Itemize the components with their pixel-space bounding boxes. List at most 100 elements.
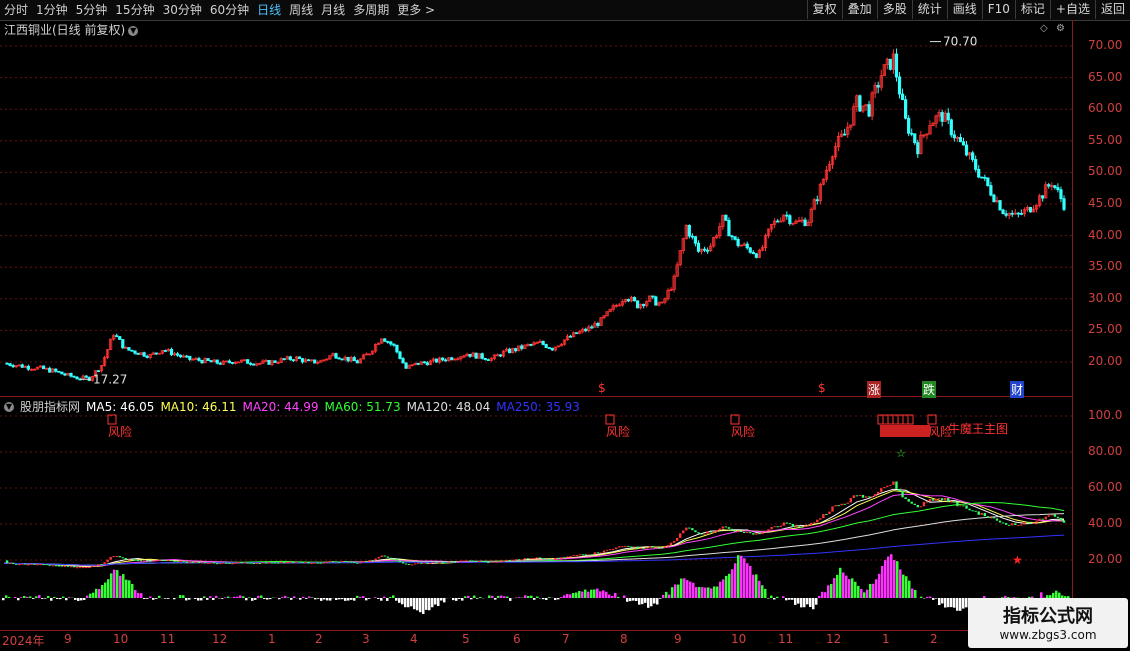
toolbar-button-8[interactable]: 返回 [1095,0,1130,19]
indicator-chart[interactable]: 风险风险风险风险牛魔王主图☆★ [0,397,1072,630]
indicator-candle [734,531,736,532]
candle [210,360,212,362]
histogram-bar [395,598,398,601]
candle [460,356,462,360]
toolbar-button-2[interactable]: 多股 [877,0,912,19]
histogram-bar [500,596,503,598]
histogram-bar [302,597,305,598]
indicator-candle [923,502,925,506]
candle [493,354,495,360]
candle [807,220,809,227]
candle [423,361,425,364]
candle [810,207,812,226]
candle [706,247,708,253]
candle [521,344,523,350]
histogram-bar [851,578,854,598]
period-tab-8[interactable]: 月线 [317,0,349,20]
indicator-legend: ▼ 股朋指标网 MA5: 46.05MA10: 46.11MA20: 44.99… [4,398,580,415]
period-tab-9[interactable]: 多周期 [349,0,393,20]
period-tab-5[interactable]: 60分钟 [206,0,253,20]
chevron-down-icon[interactable]: ▼ [4,402,14,412]
candle [225,361,227,362]
toolbar-button-6[interactable]: 标记 [1015,0,1050,19]
event-marker[interactable]: 跌 [922,381,936,398]
histogram-bar [866,590,869,598]
indicator-candle [749,532,751,533]
period-tab-10[interactable]: 更多 > [393,0,439,20]
indicator-candle [801,527,803,528]
indicator-candle [173,561,175,562]
indicator-candle [968,509,970,511]
period-tab-1[interactable]: 1分钟 [32,0,72,20]
event-marker[interactable]: $ [598,381,606,395]
candle [694,236,696,246]
indicator-candle [344,561,346,562]
toolbar-button-1[interactable]: 叠加 [842,0,877,19]
indicator-candle [231,563,233,564]
indicator-candle [438,562,440,563]
chevron-down-icon[interactable]: ▼ [128,26,138,36]
histogram-bar [65,598,68,600]
ma-legend-1: MA10: 46.11 [160,400,236,414]
candle [515,348,517,353]
candle [889,59,891,70]
period-tab-2[interactable]: 5分钟 [72,0,112,20]
histogram-bar [155,598,158,599]
candle [131,350,133,352]
histogram-bar [794,598,797,605]
period-tab-6[interactable]: 日线 [253,0,285,20]
indicator-candle [283,562,285,563]
period-tab-3[interactable]: 15分钟 [111,0,158,20]
high-price-label: 70.70 [943,36,977,49]
candle [24,365,26,367]
candle [438,357,440,364]
event-marker[interactable]: 涨 [867,381,881,398]
diamond-icon[interactable]: ◇ [1040,23,1048,34]
toolbar-button-5[interactable]: F10 [982,0,1015,19]
candle [326,358,328,360]
indicator-candle [271,562,273,563]
indicator-candle [192,562,194,563]
candle [673,274,675,292]
candle [444,358,446,361]
histogram-bar [338,598,341,599]
indicator-candle [941,498,943,500]
indicator-candle [487,562,489,563]
candle [122,339,124,348]
indicator-candle [33,564,35,565]
candle [192,358,194,360]
indicator-candle [237,562,239,563]
candle [280,357,282,363]
settings-gear-icon[interactable]: ⚙ [1056,23,1065,34]
toolbar-button-0[interactable]: 复权 [807,0,842,19]
period-tab-7[interactable]: 周线 [285,0,317,20]
event-marker[interactable]: 财 [1010,381,1024,398]
event-marker[interactable]: $ [818,381,826,395]
indicator-candle [676,538,678,541]
histogram-bar [62,597,65,598]
indicator-candle [755,533,757,534]
histogram-bar [758,581,761,598]
indicator-candle [536,557,538,558]
toolbar-button-3[interactable]: 统计 [912,0,947,19]
period-tab-0[interactable]: 分时 [0,0,32,20]
indicator-candle [901,491,903,497]
indicator-candle [24,564,26,565]
histogram-bar [725,576,728,598]
candle [868,101,870,117]
indicator-candle [959,505,961,506]
period-tab-4[interactable]: 30分钟 [159,0,206,20]
candle [636,300,638,308]
indicator-candle [469,560,471,561]
histogram-bar [659,598,662,599]
histogram-bar [374,597,377,598]
toolbar-button-4[interactable]: 画线 [947,0,982,19]
indicator-candle [914,504,916,505]
candle [9,363,11,366]
indicator-candle [974,511,976,512]
candle [323,360,325,362]
indicator-candle [956,502,958,506]
main-price-chart[interactable]: 70.7017.27 [0,36,1072,396]
toolbar-button-7[interactable]: +自选 [1050,0,1095,19]
candle [112,334,114,341]
